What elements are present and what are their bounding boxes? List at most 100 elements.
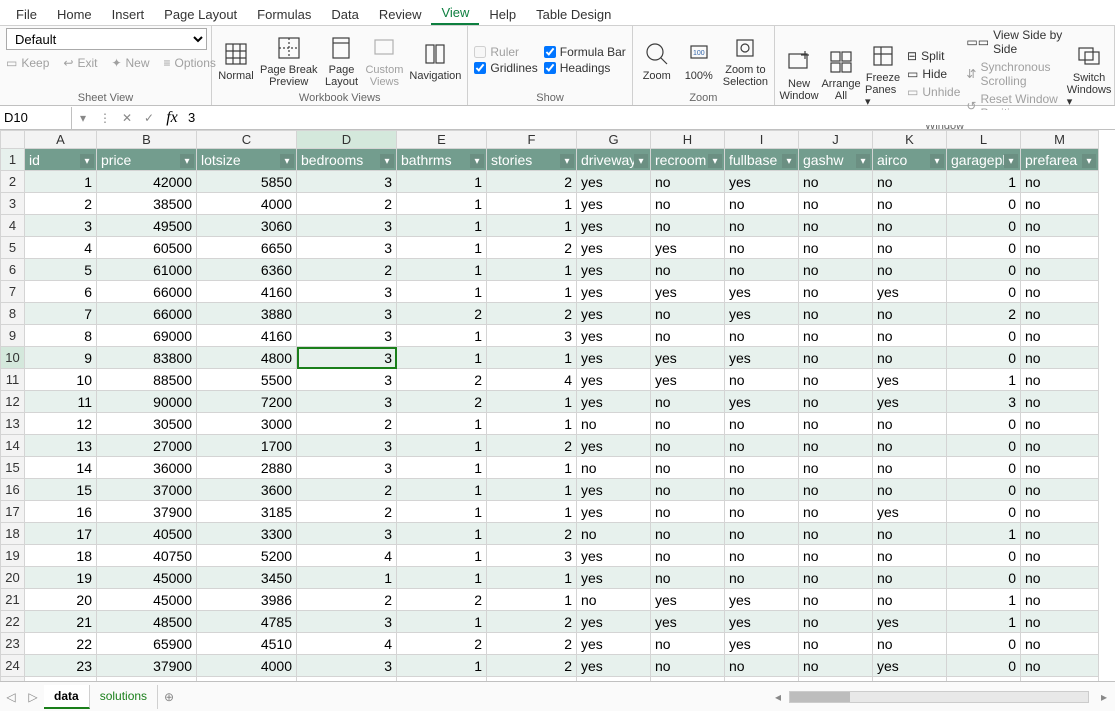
cell-I4[interactable]: no: [725, 215, 799, 237]
row-header-23[interactable]: 23: [1, 633, 25, 655]
cell-E6[interactable]: 1: [397, 259, 487, 281]
cell-B20[interactable]: 45000: [97, 567, 197, 589]
cell-E14[interactable]: 1: [397, 435, 487, 457]
cell-C17[interactable]: 3185: [197, 501, 297, 523]
cell-J22[interactable]: no: [799, 611, 873, 633]
cell-F18[interactable]: 2: [487, 523, 577, 545]
cell-A6[interactable]: 5: [25, 259, 97, 281]
cell-B6[interactable]: 61000: [97, 259, 197, 281]
cell-E8[interactable]: 2: [397, 303, 487, 325]
cell-A9[interactable]: 8: [25, 325, 97, 347]
cell-K18[interactable]: no: [873, 523, 947, 545]
switch-windows-button[interactable]: SwitchWindows ▾: [1070, 40, 1108, 108]
horizontal-scrollbar[interactable]: [789, 691, 1089, 703]
cell-J13[interactable]: no: [799, 413, 873, 435]
cell-E9[interactable]: 1: [397, 325, 487, 347]
cell-B5[interactable]: 60500: [97, 237, 197, 259]
cell-B18[interactable]: 40500: [97, 523, 197, 545]
cell-G15[interactable]: no: [577, 457, 651, 479]
row-header-10[interactable]: 10: [1, 347, 25, 369]
cell-A13[interactable]: 12: [25, 413, 97, 435]
cell-K2[interactable]: no: [873, 171, 947, 193]
cell-L17[interactable]: 0: [947, 501, 1021, 523]
cell-B14[interactable]: 27000: [97, 435, 197, 457]
cell-J2[interactable]: no: [799, 171, 873, 193]
cell-I10[interactable]: yes: [725, 347, 799, 369]
cell-D19[interactable]: 4: [297, 545, 397, 567]
cell-M12[interactable]: no: [1021, 391, 1099, 413]
cell-F7[interactable]: 1: [487, 281, 577, 303]
filter-icon[interactable]: [180, 154, 194, 168]
cell-D22[interactable]: 3: [297, 611, 397, 633]
cell-G6[interactable]: yes: [577, 259, 651, 281]
cell-I20[interactable]: no: [725, 567, 799, 589]
cell-M14[interactable]: no: [1021, 435, 1099, 457]
cell-G4[interactable]: yes: [577, 215, 651, 237]
cell-D20[interactable]: 1: [297, 567, 397, 589]
cell-M7[interactable]: no: [1021, 281, 1099, 303]
menu-view[interactable]: View: [431, 1, 479, 25]
cell-M2[interactable]: no: [1021, 171, 1099, 193]
cell-G23[interactable]: yes: [577, 633, 651, 655]
menu-table-design[interactable]: Table Design: [526, 3, 621, 25]
cell-A18[interactable]: 17: [25, 523, 97, 545]
cell-I23[interactable]: yes: [725, 633, 799, 655]
cell-L8[interactable]: 2: [947, 303, 1021, 325]
cell-D12[interactable]: 3: [297, 391, 397, 413]
cell-F23[interactable]: 2: [487, 633, 577, 655]
cell-M18[interactable]: no: [1021, 523, 1099, 545]
cell-M11[interactable]: no: [1021, 369, 1099, 391]
cell-J18[interactable]: no: [799, 523, 873, 545]
cell-L13[interactable]: 0: [947, 413, 1021, 435]
cell-K4[interactable]: no: [873, 215, 947, 237]
cell-B17[interactable]: 37900: [97, 501, 197, 523]
table-header-gashw[interactable]: gashw: [799, 149, 873, 171]
row-header-17[interactable]: 17: [1, 501, 25, 523]
table-header-fullbase[interactable]: fullbase: [725, 149, 799, 171]
cell-G21[interactable]: no: [577, 589, 651, 611]
cell-H16[interactable]: no: [651, 479, 725, 501]
cell-G22[interactable]: yes: [577, 611, 651, 633]
cell-E20[interactable]: 1: [397, 567, 487, 589]
cell-A15[interactable]: 14: [25, 457, 97, 479]
cell-G14[interactable]: yes: [577, 435, 651, 457]
cell-H23[interactable]: no: [651, 633, 725, 655]
col-header-A[interactable]: A: [25, 131, 97, 149]
row-header-11[interactable]: 11: [1, 369, 25, 391]
col-header-M[interactable]: M: [1021, 131, 1099, 149]
cell-H15[interactable]: no: [651, 457, 725, 479]
cell-C24[interactable]: 4000: [197, 655, 297, 677]
cell-C9[interactable]: 4160: [197, 325, 297, 347]
cell-J20[interactable]: no: [799, 567, 873, 589]
cell-C13[interactable]: 3000: [197, 413, 297, 435]
cell-A23[interactable]: 22: [25, 633, 97, 655]
cell-G11[interactable]: yes: [577, 369, 651, 391]
cell-F8[interactable]: 2: [487, 303, 577, 325]
scroll-left-icon[interactable]: ◂: [767, 690, 789, 704]
cell-K21[interactable]: no: [873, 589, 947, 611]
gridlines-checkbox[interactable]: Gridlines: [474, 61, 537, 75]
cell-G20[interactable]: yes: [577, 567, 651, 589]
col-header-B[interactable]: B: [97, 131, 197, 149]
cell-E18[interactable]: 1: [397, 523, 487, 545]
cell-H11[interactable]: yes: [651, 369, 725, 391]
cell-C4[interactable]: 3060: [197, 215, 297, 237]
page-layout-button[interactable]: PageLayout: [323, 32, 359, 88]
cell-I25[interactable]: no: [725, 677, 799, 682]
cell-B15[interactable]: 36000: [97, 457, 197, 479]
navigation-button[interactable]: Navigation: [409, 38, 461, 82]
arrange-all-button[interactable]: ArrangeAll: [823, 46, 859, 102]
table-header-recroom[interactable]: recroom: [651, 149, 725, 171]
cell-E2[interactable]: 1: [397, 171, 487, 193]
cell-B21[interactable]: 45000: [97, 589, 197, 611]
cell-L4[interactable]: 0: [947, 215, 1021, 237]
cell-H14[interactable]: no: [651, 435, 725, 457]
row-header-12[interactable]: 12: [1, 391, 25, 413]
cell-H9[interactable]: no: [651, 325, 725, 347]
cell-B10[interactable]: 83800: [97, 347, 197, 369]
cell-I3[interactable]: no: [725, 193, 799, 215]
cell-I14[interactable]: no: [725, 435, 799, 457]
fx-icon[interactable]: fx: [160, 109, 184, 127]
cell-B2[interactable]: 42000: [97, 171, 197, 193]
cell-A21[interactable]: 20: [25, 589, 97, 611]
